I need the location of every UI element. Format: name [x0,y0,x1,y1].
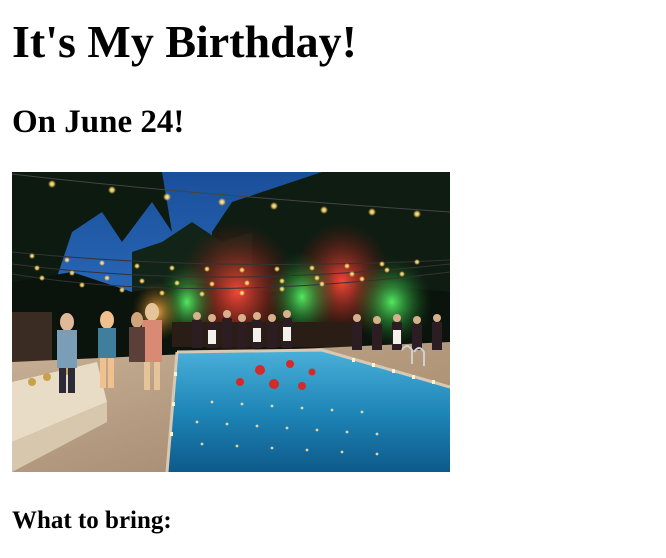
page-subtitle: On June 24! [12,104,185,140]
page-title: It's My Birthday! [12,16,357,67]
what-to-bring-heading: What to bring: [12,507,172,534]
pool-party-photo [12,172,450,472]
